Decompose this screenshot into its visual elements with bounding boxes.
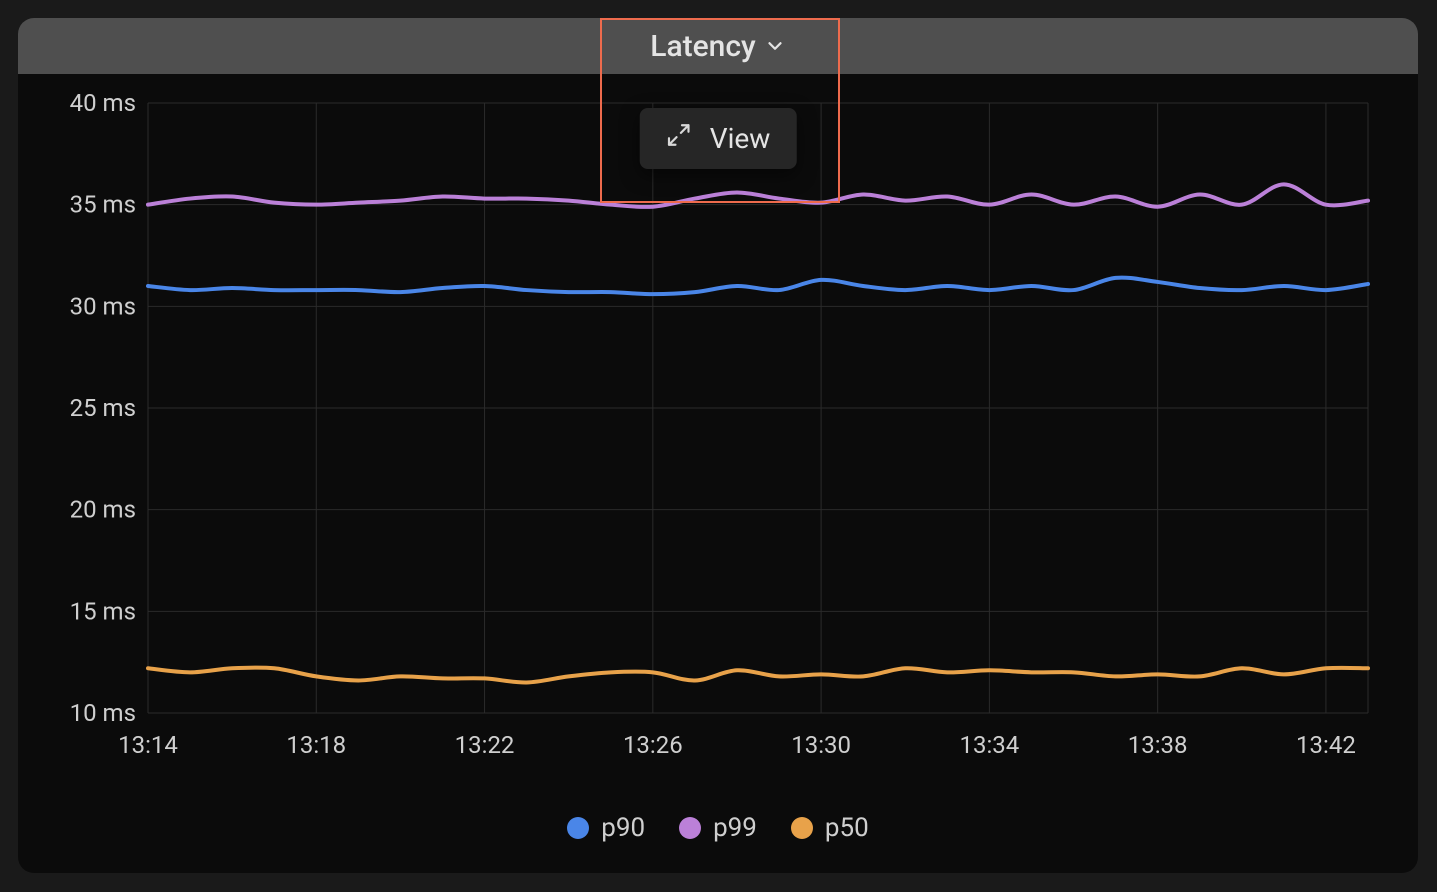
x-tick-label: 13:30 [791, 731, 851, 759]
legend-label: p50 [825, 813, 869, 843]
expand-icon [666, 122, 692, 155]
chevron-down-icon [764, 35, 786, 57]
panel-menu: View [640, 108, 797, 169]
x-tick-label: 13:26 [623, 731, 683, 759]
legend-swatch [567, 817, 589, 839]
y-tick-label: 15 ms [70, 597, 136, 625]
y-tick-label: 30 ms [70, 292, 136, 320]
legend-label: p90 [601, 813, 645, 843]
panel-title: Latency [650, 29, 755, 64]
y-tick-label: 25 ms [70, 394, 136, 422]
menu-item-view[interactable]: View [710, 122, 771, 155]
latency-chart: 10 ms 15 ms 20 ms 25 ms 30 ms 35 ms 40 ms 13:14… [48, 93, 1388, 773]
legend-swatch [679, 817, 701, 839]
chart-area: 10 ms 15 ms 20 ms 25 ms 30 ms 35 ms 40 ms 13:14… [48, 93, 1388, 773]
series-p50 [148, 667, 1368, 682]
legend-item-p90[interactable]: p90 [567, 813, 645, 843]
y-tick-label: 40 ms [70, 93, 136, 117]
y-tick-label: 20 ms [70, 496, 136, 524]
x-tick-label: 13:38 [1128, 731, 1188, 759]
x-tick-label: 13:14 [118, 731, 178, 759]
legend-item-p99[interactable]: p99 [679, 813, 757, 843]
series-p90 [148, 278, 1368, 295]
legend: p90 p99 p50 [18, 813, 1418, 843]
panel-title-bar[interactable]: Latency [18, 18, 1418, 74]
legend-label: p99 [713, 813, 757, 843]
y-tick-label: 35 ms [70, 191, 136, 219]
x-tick-label: 13:42 [1296, 731, 1356, 759]
series-p99 [148, 184, 1368, 207]
x-tick-label: 13:34 [959, 731, 1019, 759]
x-tick-label: 13:22 [455, 731, 515, 759]
legend-item-p50[interactable]: p50 [791, 813, 869, 843]
legend-swatch [791, 817, 813, 839]
latency-panel: Latency View 10 ms 15 ms 20 ms 25 ms 30 ms 35… [18, 18, 1418, 873]
x-tick-label: 13:18 [286, 731, 346, 759]
y-tick-label: 10 ms [70, 699, 136, 727]
